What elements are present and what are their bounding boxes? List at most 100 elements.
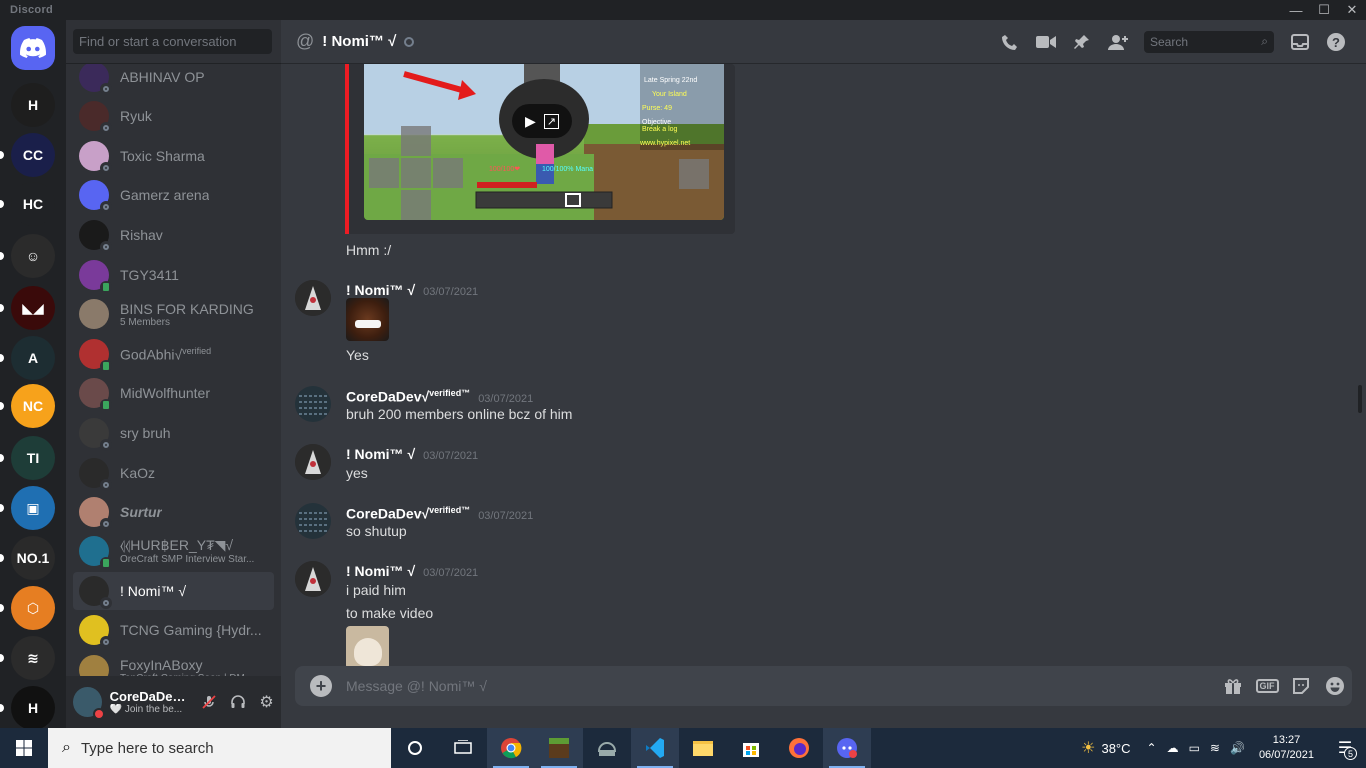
dm-item[interactable]: BINS FOR KARDING 5 Members [73, 295, 274, 333]
dm-item[interactable]: ⦉⦉HUR฿ER_Y₮◥√ OreCraft SMP Interview Star… [73, 532, 274, 570]
message-avatar[interactable] [295, 503, 331, 539]
discord-taskbar-icon[interactable] [823, 728, 871, 768]
help-icon[interactable]: ? [1318, 28, 1354, 56]
task-view-icon[interactable] [439, 728, 487, 768]
server-icon-avatar-server[interactable]: ☺ [11, 234, 55, 278]
dm-item[interactable]: MidWolfhunter [73, 374, 274, 412]
message-author[interactable]: ! Nomi™ √ [346, 563, 415, 579]
notifications-icon[interactable]: ☰5 [1324, 738, 1366, 760]
firefox-icon[interactable] [775, 728, 823, 768]
dm-search-input[interactable]: Find or start a conversation [73, 29, 272, 54]
avatar [79, 576, 112, 609]
dm-item[interactable]: GodAbhi√verified [73, 335, 274, 373]
message-author[interactable]: ! Nomi™ √ [346, 282, 415, 298]
close-button[interactable]: ✕ [1338, 0, 1366, 20]
scrollbar-thumb[interactable] [1358, 385, 1362, 413]
server-icon-hex-server[interactable]: ⬡ [11, 586, 55, 630]
video-call-icon[interactable] [1028, 28, 1064, 56]
avatar [79, 536, 112, 569]
server-icon-red-face[interactable]: ◣◢ [11, 286, 55, 330]
show-hidden-icons-icon[interactable]: ⌃ [1147, 741, 1157, 755]
avatar [79, 260, 112, 293]
server-icon-no1[interactable]: NO.1 [11, 536, 55, 580]
minecraft-icon[interactable] [535, 728, 583, 768]
dm-item[interactable]: Gamerz arena [73, 176, 274, 214]
dm-item[interactable]: ABHINAV OP [73, 64, 274, 96]
dm-item[interactable]: Rishav [73, 216, 274, 254]
server-icon-h-dark[interactable]: H [11, 686, 55, 728]
dm-item[interactable]: TCNG Gaming {Hydr... [73, 611, 274, 649]
message-header: CoreDaDev√verified™ 03/07/2021 [346, 505, 533, 522]
dm-item[interactable]: Surtur [73, 493, 274, 531]
server-icon-blue-server[interactable]: ▣ [11, 486, 55, 530]
dm-item[interactable]: KaOz [73, 454, 274, 492]
unread-indicator [0, 402, 4, 410]
gift-icon[interactable] [1216, 677, 1250, 695]
add-friend-icon[interactable] [1100, 28, 1136, 56]
server-icon-h-server[interactable]: H [11, 83, 55, 127]
clock[interactable]: 13:27 06/07/2021 [1259, 733, 1314, 763]
dm-item[interactable]: Toxic Sharma [73, 137, 274, 175]
inbox-icon[interactable] [1282, 28, 1318, 56]
sticker-icon[interactable] [1284, 677, 1318, 695]
avatar [79, 378, 112, 411]
message-text: Hmm :/ [346, 242, 392, 258]
gif-icon[interactable]: GIF [1250, 679, 1284, 693]
voice-call-icon[interactable] [992, 28, 1028, 56]
server-initials: HC [22, 196, 44, 212]
maximize-button[interactable]: ☐ [1310, 0, 1338, 20]
message-timestamp: 03/07/2021 [423, 286, 479, 298]
avatar [79, 497, 112, 530]
volume-icon[interactable]: 🔊 [1230, 741, 1245, 755]
chrome-icon[interactable] [487, 728, 535, 768]
store-icon[interactable] [727, 728, 775, 768]
weather-temp[interactable]: 38°C [1101, 741, 1130, 756]
onedrive-icon[interactable]: ☁ [1167, 741, 1179, 755]
dm-item[interactable]: ! Nomi™ √ [73, 572, 274, 610]
offline-status-icon [100, 636, 112, 648]
video-thumbnail[interactable]: Late Spring 22nd Your Island Purse: 49 O… [364, 64, 724, 220]
server-icon-neoncraft[interactable]: NC [11, 384, 55, 428]
open-external-icon[interactable]: ↗ [543, 113, 559, 129]
offline-status-icon [100, 597, 112, 609]
dm-item[interactable]: TGY3411 [73, 256, 274, 294]
message-input[interactable]: Message @! Nomi™ √ [346, 678, 1216, 694]
taskbar-search[interactable]: ⌕ Type here to search [48, 728, 391, 768]
server-icon-a-server[interactable]: A [11, 336, 55, 380]
search-input[interactable]: Search ⌕ [1144, 31, 1274, 53]
settings-gear-icon[interactable]: ⚙ [252, 688, 281, 717]
nomi-avatar-image [295, 561, 331, 597]
app-icon[interactable] [583, 728, 631, 768]
cortana-icon[interactable] [391, 728, 439, 768]
message-avatar[interactable] [295, 561, 331, 597]
server-icon-hc[interactable]: HC [11, 182, 55, 226]
vscode-icon[interactable] [631, 728, 679, 768]
message-avatar[interactable] [295, 444, 331, 480]
play-button[interactable]: ▶ ↗ [512, 104, 572, 138]
message-avatar[interactable] [295, 386, 331, 422]
emoji-icon[interactable] [1318, 676, 1352, 696]
message-timestamp: 03/07/2021 [423, 567, 479, 579]
minimize-button[interactable]: — [1282, 0, 1310, 20]
server-icon-cosmocraft[interactable]: CC [11, 133, 55, 177]
windows-start-button[interactable] [0, 728, 48, 768]
wifi-icon[interactable]: ≋ [1210, 741, 1220, 755]
battery-icon[interactable]: ▭ [1189, 741, 1200, 755]
pin-icon[interactable] [1064, 28, 1100, 56]
file-explorer-icon[interactable] [679, 728, 727, 768]
dm-item[interactable]: FoxyInABoxyTapCraft Coming Soon | DM... [73, 651, 274, 676]
dm-item[interactable]: sry bruh [73, 414, 274, 452]
server-icon-home[interactable] [11, 26, 55, 70]
server-icon-tarsh-insaan[interactable]: TI [11, 436, 55, 480]
message-author[interactable]: CoreDaDev√verified™ [346, 388, 470, 405]
server-icon-layers-server[interactable]: ≋ [11, 636, 55, 680]
dm-item[interactable]: Ryuk [73, 97, 274, 135]
message-author[interactable]: ! Nomi™ √ [346, 446, 415, 462]
add-attachment-icon[interactable]: + [310, 675, 332, 697]
message-author[interactable]: CoreDaDev√verified™ [346, 505, 470, 522]
user-avatar[interactable] [73, 687, 105, 720]
message-avatar[interactable] [295, 280, 331, 316]
mute-mic-icon[interactable] [194, 688, 223, 717]
nomi-avatar-image [295, 444, 331, 480]
headphones-icon[interactable] [223, 688, 252, 717]
